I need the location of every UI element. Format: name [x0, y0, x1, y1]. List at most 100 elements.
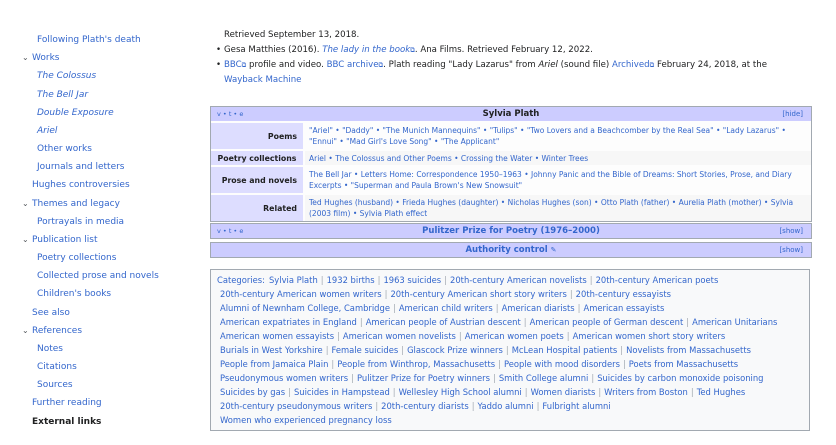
navbox-row: Related Ted Hughes (husband) • Frieda Hug…	[211, 193, 811, 221]
category-line: American expatriates in England | American…	[217, 315, 803, 329]
category-link[interactable]: Female suicides	[332, 345, 399, 355]
edit-pencil-icon[interactable]: ✎	[551, 246, 557, 254]
toc-item[interactable]: Collected prose and novels	[37, 271, 159, 281]
toc-item[interactable]: Publication list	[32, 235, 97, 245]
chevron-down-icon[interactable]: ⌄	[22, 235, 29, 244]
category-link[interactable]: Novelists from Massachusetts	[626, 345, 751, 355]
category-link[interactable]: Sylvia Plath	[269, 275, 318, 285]
category-separator: |	[337, 331, 340, 341]
category-line: Suicides by gas | Suicides in Hampstead | We…	[217, 385, 803, 399]
vte-links[interactable]: v • t • e	[217, 107, 243, 121]
category-link[interactable]: Burials in West Yorkshire	[220, 345, 323, 355]
category-link[interactable]: 20th-century American women writers	[220, 289, 382, 299]
categories-label-link[interactable]: Categories:	[217, 275, 265, 285]
hide-button[interactable]: [hide]	[782, 107, 803, 121]
category-link[interactable]: American women novelists	[343, 331, 456, 341]
category-link[interactable]: Pulitzer Prize for Poetry winners	[357, 373, 490, 383]
category-link[interactable]: 20th-century essayists	[576, 289, 671, 299]
toc-item[interactable]: Other works	[37, 144, 92, 154]
category-link[interactable]: American women poets	[465, 331, 564, 341]
toc-item[interactable]: References	[32, 326, 82, 336]
toc-item[interactable]: Poetry collections	[37, 253, 116, 263]
category-separator: |	[384, 289, 388, 299]
category-link[interactable]: 20th-century American poets	[596, 275, 719, 285]
category-line: Women who experienced pregnancy loss	[217, 413, 803, 427]
toc-item[interactable]: The Bell Jar	[37, 90, 88, 100]
category-link[interactable]: American Unitarians	[692, 317, 777, 327]
reference-text: (sound file)	[560, 60, 610, 70]
category-link[interactable]: 20th-century diarists	[381, 401, 469, 411]
reference-text: Retrieved September 13, 2018.	[224, 30, 360, 40]
category-link[interactable]: Women diarists	[531, 387, 596, 397]
vte-links[interactable]: v • t • e	[217, 224, 243, 238]
navbox-list[interactable]: Ariel • The Colossus and Other Poems • C…	[303, 151, 811, 165]
toc-item[interactable]: Double Exposure	[37, 108, 114, 118]
pulitzer-title-link[interactable]: Pulitzer Prize for Poetry (1976–2000)	[422, 226, 600, 236]
category-link[interactable]: Smith College alumni	[499, 373, 589, 383]
category-link[interactable]: 20th-century pseudonymous writers	[220, 401, 372, 411]
toc-item[interactable]: Following Plath's death	[37, 35, 141, 45]
the-lady-in-the-book-link[interactable]: The lady in the book	[322, 45, 410, 55]
category-link[interactable]: People with mood disorders	[504, 359, 620, 369]
category-link[interactable]: People from Jamaica Plain	[220, 359, 328, 369]
category-link[interactable]: American women short story writers	[573, 331, 726, 341]
category-link[interactable]: American people of German descent	[530, 317, 684, 327]
category-link[interactable]: Poets from Massachusetts	[629, 359, 738, 369]
show-button[interactable]: [show]	[779, 224, 803, 238]
category-link[interactable]: Glascock Prize winners	[407, 345, 503, 355]
category-link[interactable]: 1932 births	[327, 275, 375, 285]
category-link[interactable]: American expatriates in England	[220, 317, 357, 327]
category-link[interactable]: 20th-century American short story writer…	[390, 289, 566, 299]
category-link[interactable]: Pseudonymous women writers	[220, 373, 348, 383]
navbox-list[interactable]: Ted Hughes (husband) • Frieda Hughes (da…	[303, 195, 811, 221]
category-link[interactable]: Alumni of Newnham College, Cambridge	[220, 303, 390, 313]
category-link[interactable]: Wellesley High School alumni	[399, 387, 522, 397]
category-link[interactable]: American diarists	[502, 303, 575, 313]
toc-item[interactable]: See also	[32, 308, 70, 318]
toc-item[interactable]: Works	[32, 53, 59, 63]
category-link[interactable]: 20th-century American novelists	[450, 275, 587, 285]
category-link[interactable]: Ted Hughes	[697, 387, 746, 397]
category-link[interactable]: Writers from Boston	[604, 387, 688, 397]
category-link[interactable]: Yaddo alumni	[478, 401, 534, 411]
toc-item[interactable]: Children's books	[37, 289, 111, 299]
chevron-down-icon[interactable]: ⌄	[22, 199, 29, 208]
archived-link[interactable]: Archived	[612, 60, 650, 70]
category-link[interactable]: 1963 suicides	[383, 275, 441, 285]
bbc-link[interactable]: BBC	[224, 60, 242, 70]
category-separator: |	[536, 401, 540, 411]
category-link[interactable]: People from Winthrop, Massachusetts	[337, 359, 495, 369]
navbox-list[interactable]: "Ariel" • "Daddy" • "The Munich Mannequi…	[303, 123, 811, 149]
authority-control-link[interactable]: Authority control	[465, 245, 547, 255]
toc-item[interactable]: External links	[32, 417, 101, 427]
chevron-down-icon[interactable]: ⌄	[22, 53, 29, 62]
category-separator: |	[577, 303, 581, 313]
category-link[interactable]: American child writers	[399, 303, 493, 313]
category-link[interactable]: American essayists	[583, 303, 664, 313]
category-line: Pseudonymous women writers | Pulitzer Priz…	[217, 371, 803, 385]
category-link[interactable]: American women essayists	[220, 331, 334, 341]
bbc-archive-link[interactable]: BBC archive	[327, 60, 379, 70]
show-button[interactable]: [show]	[779, 243, 803, 257]
wayback-machine-link[interactable]: Wayback Machine	[224, 75, 301, 85]
toc-item[interactable]: Citations	[37, 362, 77, 372]
category-link[interactable]: Suicides in Hampstead	[294, 387, 390, 397]
category-link[interactable]: Suicides by carbon monoxide poisoning	[597, 373, 763, 383]
navbox-title[interactable]: Sylvia Plath	[483, 109, 540, 119]
toc-item[interactable]: Hughes controversies	[32, 180, 130, 190]
category-link[interactable]: Suicides by gas	[220, 387, 285, 397]
category-link[interactable]: Women who experienced pregnancy loss	[220, 415, 392, 425]
toc-item[interactable]: Ariel	[37, 126, 57, 136]
toc-item[interactable]: Notes	[37, 344, 63, 354]
category-link[interactable]: American people of Austrian descent	[366, 317, 521, 327]
toc-item[interactable]: Sources	[37, 380, 73, 390]
toc-item[interactable]: The Colossus	[37, 71, 96, 81]
toc-item[interactable]: Themes and legacy	[32, 199, 120, 209]
toc-item[interactable]: Portrayals in media	[37, 217, 124, 227]
navbox-list[interactable]: The Bell Jar • Letters Home: Corresponde…	[303, 167, 811, 193]
category-link[interactable]: McLean Hospital patients	[512, 345, 618, 355]
category-link[interactable]: Fulbright alumni	[542, 401, 610, 411]
toc-item[interactable]: Journals and letters	[37, 162, 125, 172]
chevron-down-icon[interactable]: ⌄	[22, 326, 29, 335]
toc-item[interactable]: Further reading	[32, 398, 102, 408]
